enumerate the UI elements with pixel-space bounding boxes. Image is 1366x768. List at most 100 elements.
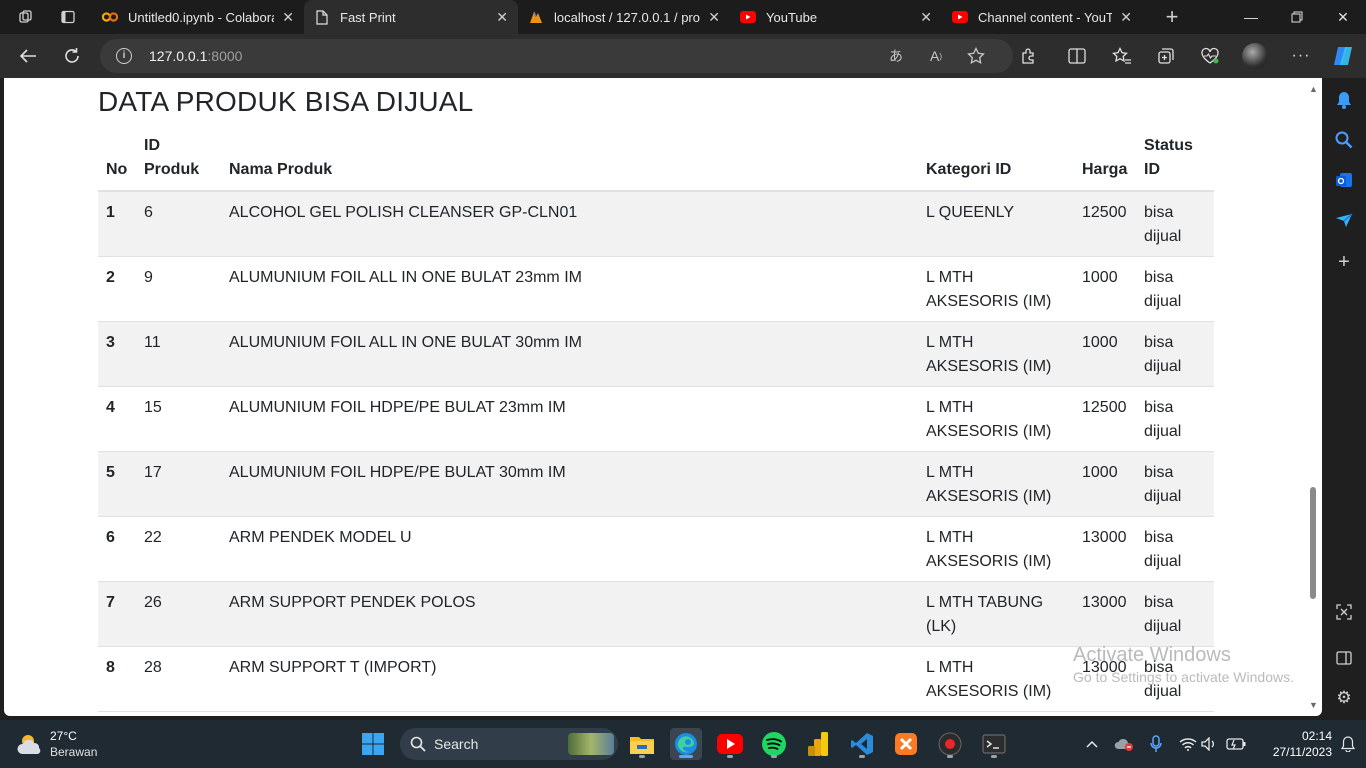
edge-sidebar: + ⚙ — [1322, 78, 1366, 718]
running-indicator — [947, 755, 953, 758]
cell-id-produk: 9 — [136, 256, 221, 322]
favorites-icon[interactable] — [1107, 41, 1137, 71]
outlook-icon[interactable] — [1334, 170, 1354, 190]
spotify-icon[interactable] — [758, 728, 790, 760]
tab-title: Channel content - YouTube Studio — [978, 9, 1113, 25]
settings-gear-icon[interactable]: ⚙ — [1334, 688, 1354, 708]
scroll-up-arrow-icon[interactable]: ▲ — [1309, 84, 1318, 94]
battery-icon[interactable] — [1226, 734, 1246, 754]
bell-icon[interactable] — [1334, 90, 1354, 110]
screenshot-icon[interactable] — [1334, 602, 1354, 622]
clock-date: 27/11/2023 — [1272, 745, 1332, 759]
cell-status: bisa dijual — [1136, 386, 1214, 452]
translate-icon[interactable]: あ — [886, 46, 906, 66]
taskbar-clock[interactable]: 02:14 27/11/2023 — [1252, 728, 1332, 760]
taskbar-search[interactable]: Search — [400, 728, 618, 760]
favorite-star-icon[interactable] — [966, 46, 986, 66]
wifi-icon[interactable] — [1178, 734, 1198, 754]
cell-no: 3 — [98, 321, 136, 387]
tab-youtube[interactable]: YouTube ✕ — [730, 0, 942, 34]
table-row: 5 17 ALUMUNIUM FOIL HDPE/PE BULAT 30mm I… — [98, 451, 1214, 517]
scrollbar-thumb[interactable] — [1310, 487, 1316, 599]
tab-colab[interactable]: Untitled0.ipynb - Colaboratory ✕ — [92, 0, 304, 34]
activate-windows-watermark: Activate Windows Go to Settings to activ… — [1073, 644, 1294, 685]
more-options-icon[interactable]: ··· — [1286, 41, 1316, 71]
tab-phpmyadmin[interactable]: localhost / 127.0.0.1 / produk ✕ — [518, 0, 730, 34]
terminal-icon[interactable] — [978, 728, 1010, 760]
copilot-icon[interactable] — [1329, 41, 1359, 71]
youtube-app-icon[interactable] — [714, 728, 746, 760]
cell-kategori: L MTH AKSESORIS (IM) — [918, 386, 1074, 452]
running-indicator — [991, 755, 997, 758]
tab-title: localhost / 127.0.0.1 / produk — [554, 9, 700, 25]
site-info-icon[interactable]: i — [116, 48, 132, 64]
page-scrollbar[interactable]: ▲ ▼ — [1306, 80, 1320, 714]
cell-status: bisa dijual — [1136, 321, 1214, 387]
vscode-icon[interactable] — [846, 728, 878, 760]
collections-icon[interactable] — [1151, 41, 1181, 71]
tab-title: Untitled0.ipynb - Colaboratory — [128, 9, 274, 25]
close-tab-icon[interactable]: ✕ — [496, 9, 508, 26]
new-tab-button[interactable]: + — [1158, 4, 1186, 30]
close-tab-icon[interactable]: ✕ — [1120, 9, 1132, 26]
cell-kategori: L MTH TABUNG (LK) — [918, 581, 1074, 647]
cell-id-produk: 17 — [136, 451, 221, 517]
tab-fast-print[interactable]: Fast Print ✕ — [304, 0, 518, 34]
search-icon[interactable] — [1334, 130, 1354, 150]
close-tab-icon[interactable]: ✕ — [282, 9, 294, 26]
workspaces-icon[interactable] — [12, 4, 40, 30]
tab-actions-icon[interactable] — [54, 4, 82, 30]
cell-id-produk: 6 — [136, 191, 221, 257]
url-text[interactable]: 127.0.0.1:8000 — [149, 48, 242, 64]
back-arrow-icon[interactable] — [13, 41, 43, 71]
running-indicator — [859, 755, 865, 758]
cell-id-produk: 22 — [136, 516, 221, 582]
edge-browser-icon[interactable] — [670, 728, 702, 760]
table-row: 6 22 ARM PENDEK MODEL U L MTH AKSESORIS … — [98, 516, 1214, 582]
search-icon — [410, 736, 426, 752]
cell-status: bisa dijual — [1136, 191, 1214, 257]
power-bi-icon[interactable] — [802, 728, 834, 760]
cell-harga: 13000 — [1074, 516, 1136, 582]
minimize-button[interactable]: — — [1228, 0, 1274, 34]
show-hidden-icons-chevron-icon[interactable] — [1082, 734, 1102, 754]
cell-id-produk: 11 — [136, 321, 221, 387]
scroll-down-arrow-icon[interactable]: ▼ — [1309, 700, 1318, 710]
file-explorer-icon[interactable] — [626, 728, 658, 760]
read-aloud-icon[interactable]: A) — [926, 46, 946, 66]
close-tab-icon[interactable]: ✕ — [708, 9, 720, 26]
microphone-icon[interactable] — [1146, 734, 1166, 754]
weather-widget[interactable]: 27°C Berawan — [16, 728, 106, 760]
profile-avatar[interactable] — [1240, 41, 1270, 71]
cell-kategori: L QUEENLY — [918, 191, 1074, 257]
drop-icon[interactable] — [1334, 210, 1354, 230]
watermark-title: Activate Windows — [1073, 644, 1231, 666]
volume-icon[interactable] — [1200, 734, 1220, 754]
start-button[interactable] — [357, 728, 389, 760]
table-row: 1 6 ALCOHOL GEL POLISH CLEANSER GP-CLN01… — [98, 191, 1214, 257]
phpmyadmin-icon — [528, 9, 544, 25]
tab-youtube-studio[interactable]: Channel content - YouTube Studio ✕ — [942, 0, 1142, 34]
cell-nama-produk: ALCOHOL GEL POLISH CLEANSER GP-CLN01 — [221, 191, 918, 257]
recorder-icon[interactable] — [934, 728, 966, 760]
xampp-icon[interactable] — [890, 728, 922, 760]
refresh-icon[interactable] — [57, 41, 87, 71]
browser-toolbar: i 127.0.0.1:8000 あ A) ··· — [0, 34, 1366, 78]
close-window-button[interactable]: ✕ — [1320, 0, 1366, 34]
cell-kategori: L MTH AKSESORIS (IM) — [918, 321, 1074, 387]
close-tab-icon[interactable]: ✕ — [920, 9, 932, 26]
notifications-bell-icon[interactable] — [1338, 734, 1358, 754]
colab-icon — [102, 9, 118, 25]
extensions-icon[interactable] — [1014, 41, 1044, 71]
cell-kategori: L MTH AKSESORIS (IM) — [918, 646, 1074, 712]
col-header-status-id: Status ID — [1136, 130, 1214, 192]
onedrive-offline-icon[interactable] — [1114, 734, 1134, 754]
split-screen-icon[interactable] — [1062, 41, 1092, 71]
hide-sidebar-icon[interactable] — [1334, 648, 1354, 668]
browser-essentials-icon[interactable] — [1195, 41, 1225, 71]
restore-button[interactable] — [1274, 0, 1320, 34]
address-bar[interactable]: i 127.0.0.1:8000 あ A) — [100, 39, 1013, 73]
col-header-no: No — [98, 130, 136, 192]
add-sidebar-app-icon[interactable]: + — [1334, 251, 1354, 273]
weather-condition: Berawan — [50, 745, 98, 759]
